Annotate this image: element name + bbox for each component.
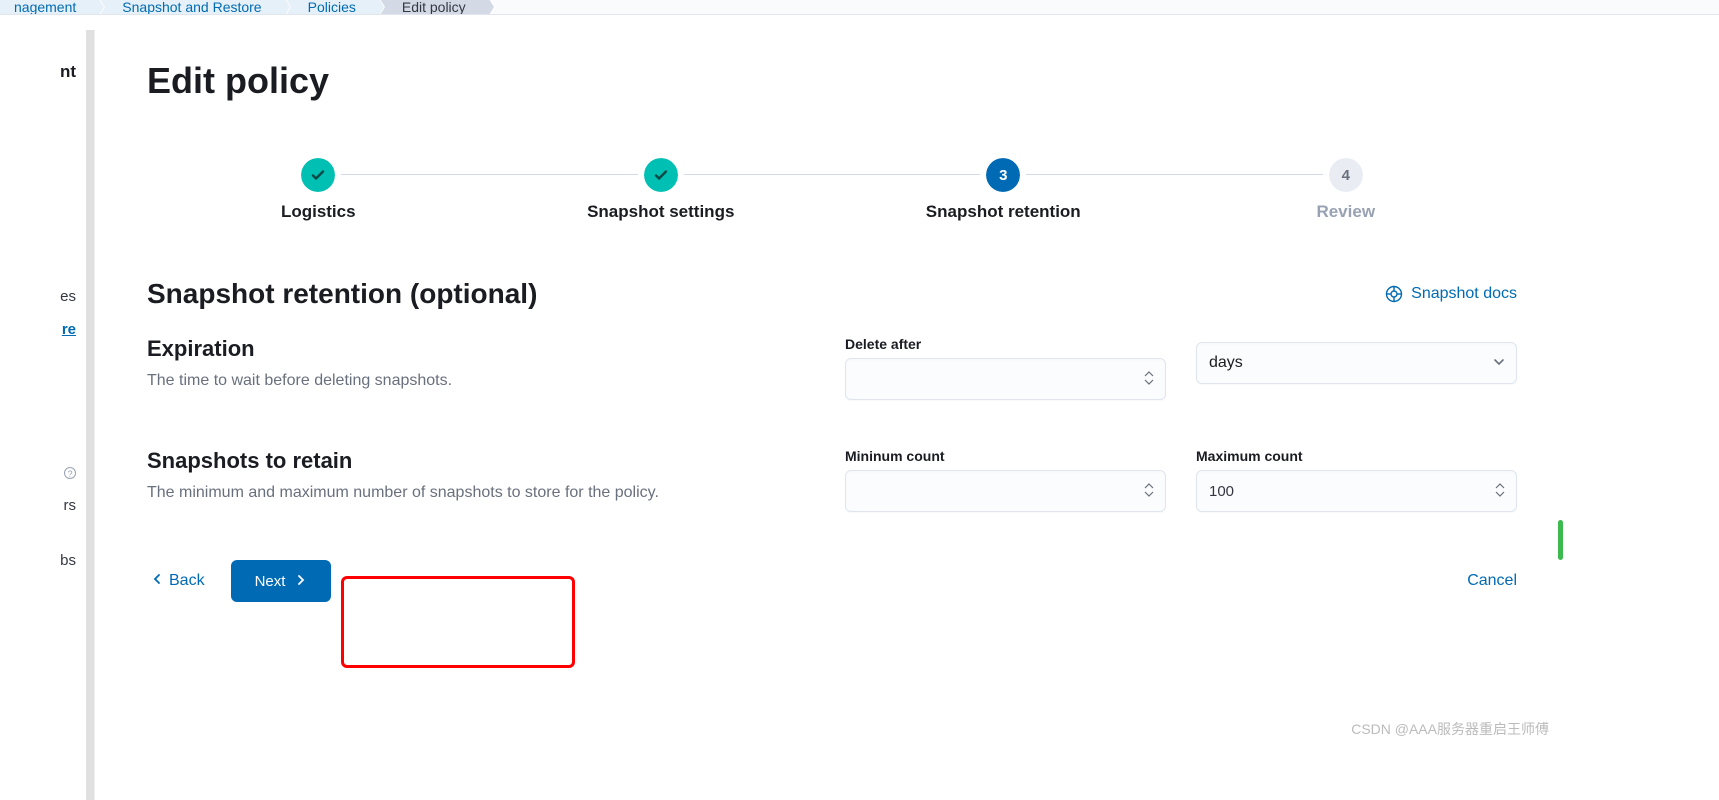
chevron-right-icon [295, 573, 307, 590]
check-icon [301, 158, 335, 192]
sidebar-item[interactable]: rs [0, 489, 94, 522]
watermark: CSDN @AAA服务器重启王师傅 [1351, 719, 1549, 739]
step-number-icon: 3 [986, 158, 1020, 192]
back-label: Back [169, 572, 205, 590]
sidebar-item-label: rs [64, 497, 77, 514]
delete-after-field[interactable] [858, 371, 1153, 388]
scrollbar[interactable] [1558, 520, 1563, 560]
step-snapshot-settings[interactable]: Snapshot settings [490, 158, 833, 222]
min-count-field[interactable] [858, 483, 1153, 500]
number-stepper-icon[interactable] [1143, 369, 1155, 390]
chevron-down-icon [1492, 355, 1506, 372]
step-label: Review [1175, 202, 1518, 222]
back-button[interactable]: Back [147, 564, 209, 598]
breadcrumb-item-current: Edit policy [374, 0, 484, 15]
sidebar: nt es re ? rs bs [0, 30, 95, 800]
sidebar-item[interactable]: bs [0, 544, 94, 577]
sidebar-heading: nt [0, 54, 94, 90]
breadcrumb: nagement Snapshot and Restore Policies E… [0, 0, 1719, 15]
expiration-heading: Expiration [147, 336, 805, 362]
min-count-input[interactable] [845, 470, 1166, 512]
max-count-label: Maximum count [1196, 448, 1517, 464]
sidebar-item-label: es [60, 288, 76, 305]
cancel-label: Cancel [1467, 572, 1517, 589]
retain-description: The minimum and maximum number of snapsh… [147, 484, 805, 502]
step-snapshot-retention[interactable]: 3 Snapshot retention [832, 158, 1175, 222]
lifebuoy-icon [1385, 285, 1403, 303]
scrollbar[interactable] [86, 30, 94, 800]
max-count-input[interactable] [1196, 470, 1517, 512]
breadcrumb-label: nagement [14, 0, 76, 15]
sidebar-item-label: bs [60, 552, 76, 569]
step-review[interactable]: 4 Review [1175, 158, 1518, 222]
step-label: Snapshot settings [490, 202, 833, 222]
docs-link-label: Snapshot docs [1411, 285, 1517, 303]
step-label: Logistics [147, 202, 490, 222]
step-number-icon: 4 [1329, 158, 1363, 192]
breadcrumb-label: Policies [308, 0, 356, 15]
breadcrumb-item[interactable]: Policies [280, 0, 374, 15]
breadcrumb-label: Snapshot and Restore [122, 0, 261, 15]
max-count-field[interactable] [1209, 483, 1504, 500]
chevron-left-icon [151, 572, 163, 590]
sidebar-item-label: re [62, 321, 76, 338]
next-label: Next [255, 573, 286, 590]
sidebar-item[interactable]: ? [0, 456, 94, 489]
unit-value: days [1209, 354, 1243, 372]
page-title: Edit policy [147, 60, 1517, 102]
expiration-description: The time to wait before deleting snapsho… [147, 372, 805, 390]
breadcrumb-item[interactable]: Snapshot and Restore [94, 0, 279, 15]
breadcrumb-item[interactable]: nagement [0, 0, 94, 15]
main-content: Edit policy Logistics Snapshot settings … [105, 30, 1559, 799]
number-stepper-icon[interactable] [1494, 481, 1506, 502]
help-icon: ? [64, 467, 76, 479]
unit-select[interactable]: days [1196, 342, 1517, 384]
delete-after-label: Delete after [845, 336, 1166, 352]
sidebar-item[interactable]: es [0, 280, 94, 313]
check-icon [644, 158, 678, 192]
retain-heading: Snapshots to retain [147, 448, 805, 474]
snapshot-docs-link[interactable]: Snapshot docs [1385, 285, 1517, 303]
delete-after-input[interactable] [845, 358, 1166, 400]
sidebar-item[interactable]: re [0, 313, 94, 346]
step-label: Snapshot retention [832, 202, 1175, 222]
min-count-label: Mininum count [845, 448, 1166, 464]
cancel-button[interactable]: Cancel [1467, 572, 1517, 590]
breadcrumb-label: Edit policy [402, 0, 466, 15]
number-stepper-icon[interactable] [1143, 481, 1155, 502]
step-logistics[interactable]: Logistics [147, 158, 490, 222]
next-button[interactable]: Next [231, 560, 332, 602]
wizard-stepper: Logistics Snapshot settings 3 Snapshot r… [147, 158, 1517, 222]
section-title: Snapshot retention (optional) [147, 278, 537, 310]
